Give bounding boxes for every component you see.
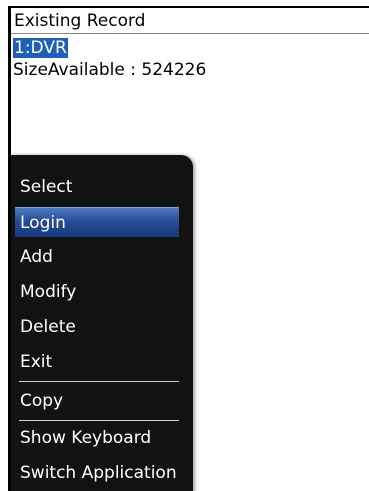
record-item-dvr[interactable]: 1:DVR	[13, 38, 68, 58]
menu-item-exit[interactable]: Exit	[11, 347, 193, 377]
menu-item-login[interactable]: Login	[15, 207, 179, 237]
menu-item-show-keyboard[interactable]: Show Keyboard	[11, 423, 193, 453]
screen-top-border	[8, 6, 369, 8]
context-menu: Select Login Add Modify Delete Exit Copy…	[11, 155, 193, 491]
page-title: Existing Record	[11, 10, 369, 34]
menu-item-copy[interactable]: Copy	[11, 386, 193, 416]
menu-item-select[interactable]: Select	[11, 172, 193, 202]
menu-separator	[19, 420, 179, 421]
menu-separator	[19, 381, 179, 382]
menu-item-delete[interactable]: Delete	[11, 312, 193, 342]
menu-item-switch-application[interactable]: Switch Application	[11, 458, 193, 488]
menu-item-modify[interactable]: Modify	[11, 277, 193, 307]
record-size-available: SizeAvailable : 524226	[13, 60, 207, 80]
menu-item-add[interactable]: Add	[11, 242, 193, 272]
blackberry-screen: Existing Record 1:DVR SizeAvailable : 52…	[0, 0, 369, 491]
